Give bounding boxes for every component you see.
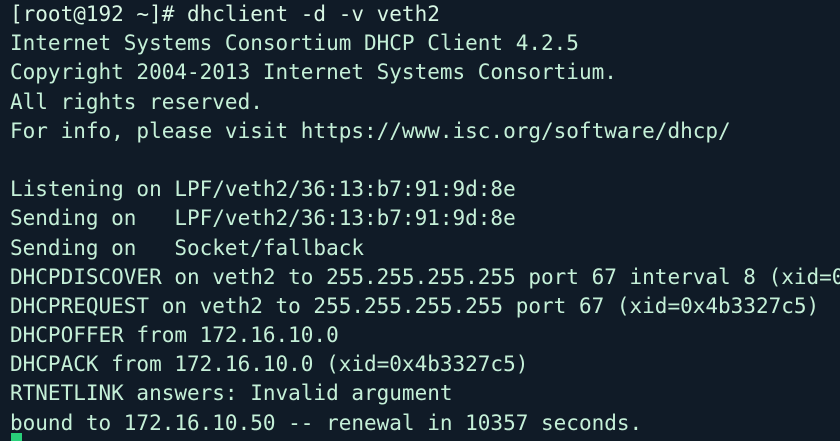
output-line: Sending on LPF/veth2/36:13:b7:91:9d:8e <box>10 206 516 231</box>
output-line: DHCPDISCOVER on veth2 to 255.255.255.255… <box>10 264 840 289</box>
output-line: DHCPREQUEST on veth2 to 255.255.255.255 … <box>10 293 820 318</box>
output-line: RTNETLINK answers: Invalid argument <box>10 381 453 406</box>
output-line: Sending on Socket/fallback <box>10 235 365 260</box>
output-line: All rights reserved. <box>10 89 263 114</box>
command-prompt-line: [root@192 ~]# dhclient -d -v veth2 <box>10 2 440 26</box>
output-line: Listening on LPF/veth2/36:13:b7:91:9d:8e <box>10 177 516 202</box>
terminal-window[interactable]: [root@192 ~]# dhclient -d -v veth2 Inter… <box>0 0 840 441</box>
terminal-output: [root@192 ~]# dhclient -d -v veth2 Inter… <box>10 0 840 438</box>
output-line: Copyright 2004-2013 Internet Systems Con… <box>10 60 617 85</box>
output-line: Internet Systems Consortium DHCP Client … <box>10 31 579 56</box>
output-line: DHCPACK from 172.16.10.0 (xid=0x4b3327c5… <box>10 352 529 377</box>
output-line: DHCPOFFER from 172.16.10.0 <box>10 323 339 348</box>
output-line: bound to 172.16.10.50 -- renewal in 1035… <box>10 410 643 435</box>
output-line: For info, please visit https://www.isc.o… <box>10 118 731 143</box>
text-cursor <box>11 433 22 441</box>
